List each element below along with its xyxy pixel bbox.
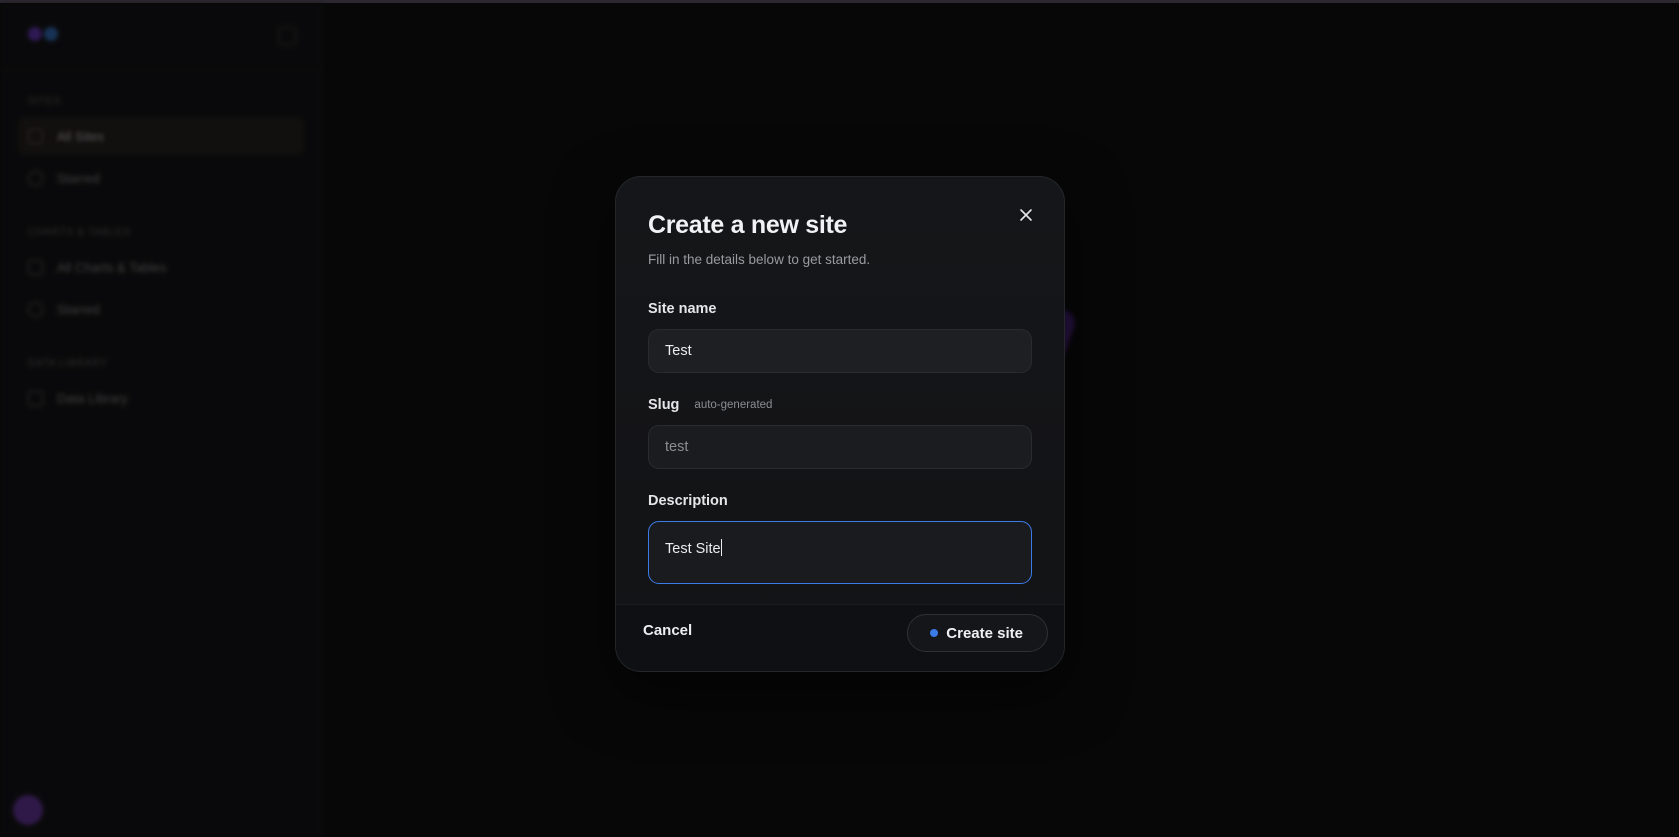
site-name-input[interactable] xyxy=(648,329,1032,373)
close-button[interactable] xyxy=(1018,207,1034,223)
site-name-label-text: Site name xyxy=(648,301,717,317)
status-dot-icon xyxy=(930,629,939,637)
text-caret xyxy=(720,539,722,556)
modal-subtitle: Fill in the details below to get started… xyxy=(648,252,871,267)
close-icon xyxy=(1020,209,1032,221)
modal-footer: Cancel Create site xyxy=(616,604,1064,671)
slug-label-text: Slug xyxy=(648,397,680,413)
description-label-text: Description xyxy=(648,493,728,509)
description-value: Test Site xyxy=(665,541,721,557)
create-site-modal: Create a new site Fill in the details be… xyxy=(615,176,1065,672)
description-textarea[interactable]: Test Site xyxy=(648,521,1032,584)
slug-input[interactable] xyxy=(648,425,1032,469)
create-site-button-label: Create site xyxy=(946,624,1023,642)
cancel-button[interactable]: Cancel xyxy=(643,622,692,639)
modal-body: Create a new site Fill in the details be… xyxy=(616,177,1064,584)
slug-hint: auto-generated xyxy=(694,399,773,411)
create-site-button[interactable]: Create site xyxy=(907,614,1048,652)
description-label: Description xyxy=(648,493,1032,509)
app-window: SITES All Sites Starred CHARTS & TABLES … xyxy=(0,0,1679,837)
slug-label: Slug auto-generated xyxy=(648,397,1032,413)
modal-title: Create a new site xyxy=(648,211,848,239)
site-name-label: Site name xyxy=(648,301,1032,317)
